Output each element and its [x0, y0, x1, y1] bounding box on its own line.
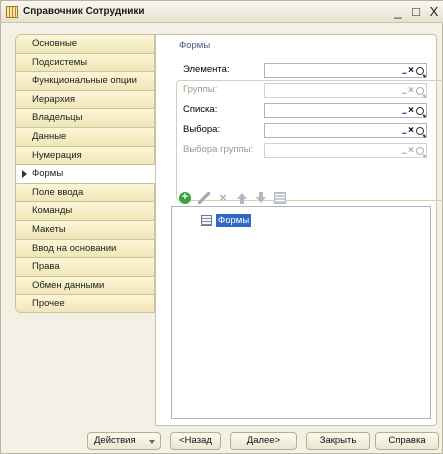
minimize-button[interactable]: _	[392, 3, 404, 21]
title-bar: Справочник Сотрудники _ □ X	[1, 1, 443, 23]
select-button[interactable]: ...	[402, 106, 407, 116]
forms-tree[interactable]: Формы	[171, 206, 431, 419]
nav-item-label: Макеты	[32, 223, 66, 235]
maximize-button[interactable]: □	[410, 3, 422, 21]
back-button[interactable]: <Назад	[170, 432, 221, 450]
help-button[interactable]: Справка	[375, 432, 439, 450]
select-button[interactable]: ...	[402, 126, 407, 136]
actions-label: Действия	[94, 435, 136, 446]
nav-item-forms[interactable]: Формы	[15, 164, 156, 183]
group-choice-form-row: Выбора группы: ... ×	[183, 143, 428, 158]
clear-icon[interactable]: ×	[408, 105, 414, 116]
list-form-input[interactable]: ... ×	[264, 103, 427, 118]
nav-item-input-by-basis[interactable]: Ввод на основании	[15, 238, 155, 258]
chevron-down-icon	[149, 440, 155, 444]
nav-item-label: Подсистемы	[32, 56, 88, 68]
nav-item-label: Данные	[32, 130, 67, 142]
group-choice-form-label: Выбора группы:	[183, 144, 254, 155]
delete-icon[interactable]: ×	[217, 191, 229, 204]
dialog-footer: Действия <Назад Далее> Закрыть Справка	[1, 432, 443, 452]
close-button[interactable]: Закрыть	[306, 432, 370, 450]
nav-item-label: Иерархия	[32, 93, 76, 105]
forms-toolbar: + ×	[179, 191, 286, 205]
settings-nav: Основные Подсистемы Функциональные опции…	[15, 34, 156, 313]
nav-item-label: Нумерация	[32, 149, 82, 161]
dialog-window: Справочник Сотрудники _ □ X Основные Под…	[0, 0, 443, 454]
window-title: Справочник Сотрудники	[23, 6, 145, 17]
clear-icon: ×	[408, 85, 414, 96]
list-form-row: Списка: ... ×	[183, 103, 428, 118]
form-icon	[201, 215, 212, 226]
actions-button[interactable]: Действия	[87, 432, 161, 450]
nav-item-data[interactable]: Данные	[15, 126, 155, 146]
search-icon[interactable]	[416, 126, 424, 135]
group-choice-form-input: ... ×	[264, 143, 427, 158]
element-form-label: Элемента:	[183, 64, 230, 75]
nav-item-label: Обмен данными	[32, 279, 105, 291]
nav-item-data-exchange[interactable]: Обмен данными	[15, 275, 155, 295]
select-button: ...	[401, 145, 407, 156]
nav-item-basic[interactable]: Основные	[15, 34, 155, 53]
nav-item-rights[interactable]: Права	[15, 257, 155, 276]
element-form-row: Элемента: ... ×	[183, 63, 428, 78]
clear-icon[interactable]: ×	[408, 65, 414, 76]
forms-groupbox	[176, 80, 443, 201]
select-button: ...	[401, 85, 407, 96]
clear-icon[interactable]: ×	[408, 125, 414, 136]
nav-item-numbering[interactable]: Нумерация	[15, 145, 155, 165]
nav-item-label: Прочее	[32, 298, 65, 310]
move-down-icon[interactable]	[255, 192, 267, 204]
search-icon	[416, 146, 424, 155]
nav-item-label: Формы	[32, 168, 64, 180]
move-up-icon[interactable]	[236, 192, 248, 204]
tree-item-forms[interactable]: Формы	[201, 214, 252, 227]
group-form-input: ... ×	[264, 83, 427, 98]
select-button[interactable]: ...	[402, 66, 407, 76]
close-window-button[interactable]: X	[428, 3, 440, 21]
nav-item-hierarchy[interactable]: Иерархия	[15, 89, 155, 109]
selected-arrow-icon	[22, 170, 27, 179]
nav-item-input-field[interactable]: Поле ввода	[15, 182, 155, 202]
next-button[interactable]: Далее>	[230, 432, 297, 450]
nav-item-label: Основные	[32, 38, 78, 49]
choice-form-row: Выбора: ... ×	[183, 123, 428, 138]
nav-item-owners[interactable]: Владельцы	[15, 108, 155, 127]
nav-item-subsystems[interactable]: Подсистемы	[15, 52, 155, 72]
group-form-row: Группы: ... ×	[183, 83, 428, 98]
group-form-label: Группы:	[183, 84, 218, 95]
nav-item-other[interactable]: Прочее	[15, 294, 155, 313]
nav-item-functional-options[interactable]: Функциональные опции	[15, 71, 155, 90]
choice-form-label: Выбора:	[183, 124, 221, 135]
choice-form-input[interactable]: ... ×	[264, 123, 427, 138]
nav-item-templates[interactable]: Макеты	[15, 219, 155, 239]
nav-item-commands[interactable]: Команды	[15, 201, 155, 220]
edit-pencil-icon[interactable]	[198, 192, 210, 204]
clear-icon: ×	[408, 145, 414, 156]
search-icon[interactable]	[416, 106, 424, 115]
nav-item-label: Владельцы	[32, 112, 83, 124]
catalog-icon	[6, 5, 18, 18]
window-controls: _ □ X	[392, 3, 440, 21]
nav-item-label: Ввод на основании	[32, 242, 117, 254]
forms-group-title: Формы	[177, 40, 213, 51]
search-icon[interactable]	[416, 66, 424, 75]
add-icon[interactable]: +	[179, 192, 191, 204]
nav-item-label: Функциональные опции	[32, 75, 137, 87]
nav-item-label: Команды	[32, 205, 73, 217]
list-form-label: Списка:	[183, 104, 218, 115]
element-form-input[interactable]: ... ×	[264, 63, 427, 78]
nav-item-label: Права	[32, 261, 60, 273]
nav-item-label: Поле ввода	[32, 186, 84, 198]
form-list-icon[interactable]	[274, 192, 286, 204]
search-icon	[416, 86, 424, 95]
tree-item-label: Формы	[216, 214, 252, 227]
